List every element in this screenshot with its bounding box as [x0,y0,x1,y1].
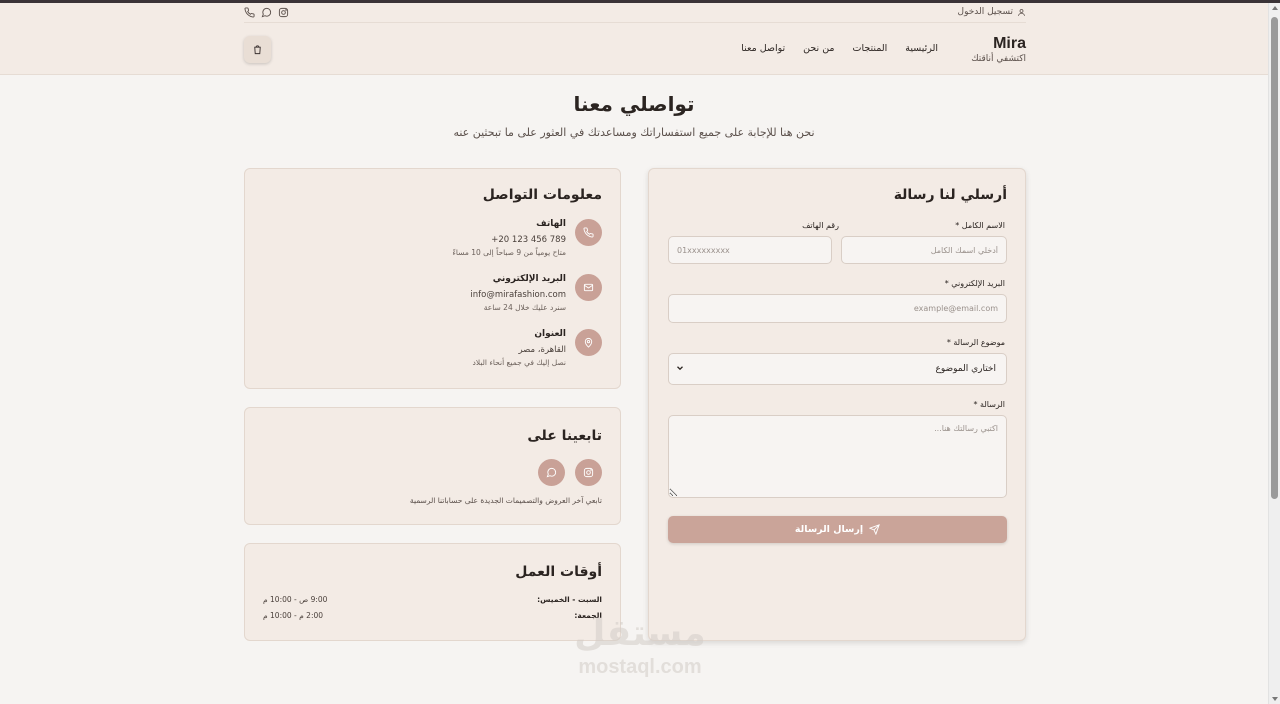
login-label: تسجيل الدخول [957,7,1013,17]
nav-contact[interactable]: تواصل معنا [741,43,785,54]
send-message-button[interactable]: إرسال الرسالة [668,516,1007,543]
follow-title: تابعينا على [527,428,602,444]
phone-icon[interactable] [244,7,255,18]
site-header: تسجيل الدخول Mira اكتشفي أناقتك الرئيسية… [0,3,1268,75]
address-value: القاهرة، مصر [518,345,566,355]
name-label: الاسم الكامل * [955,221,1005,230]
mail-icon [575,274,602,301]
shopping-bag-icon [254,45,261,55]
email-label: البريد الإلكتروني * [944,279,1005,288]
page-scrollbar[interactable] [1268,3,1280,704]
contact-form-card: أرسلي لنا رسالة الاسم الكامل * رقم الهات… [648,168,1026,641]
instagram-icon[interactable] [575,459,602,486]
main-nav: الرئيسية المنتجات من نحن تواصل معنا [741,43,938,54]
cart-button[interactable] [244,36,271,63]
info-item-address: العنوان القاهرة، مصر نصل إليك في جميع أن… [262,329,602,375]
location-icon [575,329,602,356]
phone-input[interactable] [668,236,832,264]
subject-label: موضوع الرسالة * [946,338,1005,347]
info-note: سنرد عليك خلال 24 ساعة [483,303,566,312]
hours-title: أوقات العمل [515,564,602,580]
hours-time: 9:00 ص - 10:00 م [263,595,328,604]
hours-day: السبت - الخميس: [537,595,602,604]
form-title: أرسلي لنا رسالة [893,187,1007,203]
user-icon [1018,8,1025,16]
subject-select[interactable]: اختاري الموضوع [668,353,1007,385]
phone-number[interactable]: +20 123 456 789 [452,235,566,245]
brand-name: Mira [993,35,1026,52]
login-link[interactable]: تسجيل الدخول [958,7,1026,17]
info-title: العنوان [534,329,566,339]
message-label: الرسالة * [973,400,1005,409]
phone-icon [575,219,602,246]
page-subtitle: نحن هنا للإجابة على جميع استفساراتك ومسا… [453,126,815,139]
follow-card: تابعينا على تابعي آخر العروض والتصميمات … [244,407,621,525]
phone-label: رقم الهاتف [802,221,839,230]
chat-icon[interactable] [261,7,272,18]
info-item-phone: الهاتف +20 123 456 789 متاح يومياً من 9 … [262,219,602,265]
watermark-latin: mostaql.com [578,656,702,678]
send-icon [869,524,880,535]
send-label: إرسال الرسالة [794,524,864,535]
chevron-down-icon [677,366,683,371]
email-address[interactable]: info@mirafashion.com [470,290,566,300]
instagram-icon[interactable] [278,7,289,18]
watermark-arabic: مستقل [574,613,706,654]
util-icons [244,7,289,18]
contact-info-card: معلومات التواصل الهاتف +20 123 456 789 م… [244,168,621,389]
nav-about[interactable]: من نحن [803,43,834,54]
utility-bar: تسجيل الدخول [244,3,1026,23]
info-item-email: البريد الإلكتروني info@mirafashion.com س… [262,274,602,320]
hours-time: 2:00 م - 10:00 م [263,611,324,620]
info-title: البريد الإلكتروني [492,274,566,284]
brand-logo[interactable]: Mira اكتشفي أناقتك [971,35,1026,64]
hours-row: السبت - الخميس: 9:00 ص - 10:00 م [263,595,602,607]
scroll-down-arrow[interactable] [1272,697,1278,701]
brand-tagline: اكتشفي أناقتك [971,54,1026,64]
message-textarea[interactable] [668,415,1007,498]
info-note: نصل إليك في جميع أنحاء البلاد [472,358,566,367]
follow-text: تابعي آخر العروض والتصميمات الجديدة على … [409,496,602,505]
subject-value: اختاري الموضوع [935,364,996,374]
scroll-up-arrow[interactable] [1272,6,1278,10]
watermark: مستقل mostaql.com [560,612,720,692]
page-title: تواصلي معنا [573,92,695,116]
chat-icon[interactable] [538,459,565,486]
info-title: الهاتف [536,219,566,229]
contact-info-title: معلومات التواصل [482,187,602,203]
hours-row: الجمعة: 2:00 م - 10:00 م [263,611,602,623]
scrollbar-thumb[interactable] [1271,17,1278,499]
email-input[interactable] [668,294,1007,323]
full-name-input[interactable] [841,236,1007,264]
nav-products[interactable]: المنتجات [853,43,888,54]
info-note: متاح يومياً من 9 صباحاً إلى 10 مساءً [452,248,566,257]
nav-home[interactable]: الرئيسية [905,43,938,54]
